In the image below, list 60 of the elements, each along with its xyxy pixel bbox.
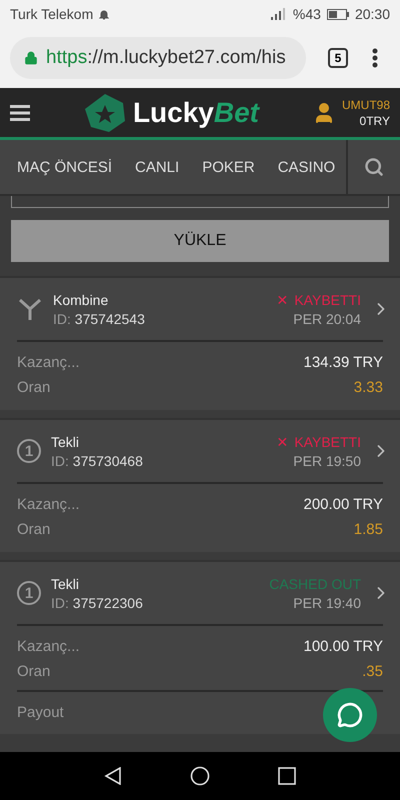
menu-icon[interactable] (10, 104, 30, 120)
bet-card[interactable]: Kombine ID: 375742543 ✕ KAYBETTI PER 20:04 Kazanç... 134.39 TRY Oran 3.33 (0, 276, 400, 410)
bet-type: Kombine (53, 292, 110, 308)
nav-tab[interactable]: CANLI (118, 140, 180, 194)
bet-date: PER 19:50 (293, 452, 361, 468)
recents-icon[interactable] (278, 767, 296, 785)
search-icon (364, 157, 384, 177)
cross-icon: ✕ (276, 292, 288, 308)
id-label: ID: (51, 452, 69, 468)
bet-type: Tekli (51, 576, 80, 592)
bet-date: PER 20:04 (293, 310, 361, 326)
balance: 0TRY (360, 114, 390, 128)
row-value: .35 (362, 663, 383, 680)
bell-icon (99, 8, 110, 20)
nav-tab[interactable]: MAÇ ÖNCESİ (0, 140, 112, 194)
id-label: ID: (51, 594, 69, 610)
bet-status: KAYBETTI (294, 292, 361, 308)
lock-icon (24, 51, 38, 65)
logo-text: LuckyBet (132, 96, 260, 128)
battery-percent: %43 (292, 6, 321, 22)
username: UMUT98 (342, 98, 390, 112)
row-label: Oran (17, 521, 50, 538)
bet-type: Tekli (51, 434, 80, 450)
bet-id: 375742543 (74, 310, 145, 326)
back-icon[interactable] (104, 767, 122, 785)
tab-count[interactable]: 5 (328, 48, 348, 68)
signal-icon (270, 8, 287, 20)
row-value: 134.39 TRY (303, 354, 383, 371)
row-value: 3.33 (354, 379, 383, 396)
branch-icon (17, 296, 43, 322)
row-value: 100.00 TRY (303, 638, 383, 655)
row-label: Oran (17, 663, 50, 680)
chat-icon (337, 702, 363, 728)
bet-id: 375730468 (72, 452, 143, 468)
more-icon[interactable] (372, 48, 378, 68)
row-label: Kazanç... (17, 496, 80, 513)
nav-tab[interactable]: POKER (185, 140, 255, 194)
logo-icon (82, 92, 127, 132)
address-bar[interactable]: https://m.luckybet27.com/his (10, 37, 306, 79)
id-label: ID: (53, 310, 71, 326)
nav-tab[interactable]: CASINO (260, 140, 336, 194)
row-label: Kazanç... (17, 638, 80, 655)
clock: 20:30 (354, 6, 390, 22)
row-value: 200.00 TRY (303, 496, 383, 513)
single-bet-icon: 1 (17, 581, 41, 605)
row-label: Payout (17, 704, 64, 720)
row-value: 1.85 (354, 521, 383, 538)
carrier-name: Turk Telekom (10, 6, 94, 22)
single-bet-icon: 1 (17, 439, 41, 463)
load-button[interactable]: YÜKLE (11, 220, 389, 262)
bet-date: PER 19:40 (293, 594, 361, 610)
bet-id: 375722306 (72, 594, 143, 610)
home-icon[interactable] (190, 766, 210, 786)
row-label: Oran (17, 379, 50, 396)
bet-status: KAYBETTI (294, 434, 361, 450)
input-field[interactable] (11, 196, 389, 208)
row-label: Kazanç... (17, 354, 80, 371)
battery-icon (326, 8, 349, 20)
cross-icon: ✕ (276, 434, 288, 450)
bet-card[interactable]: 1 Tekli ID: 375730468 ✕ KAYBETTI PER 19:50 Kazanç... 200.00 TRY Oran 1.85 (0, 418, 400, 552)
